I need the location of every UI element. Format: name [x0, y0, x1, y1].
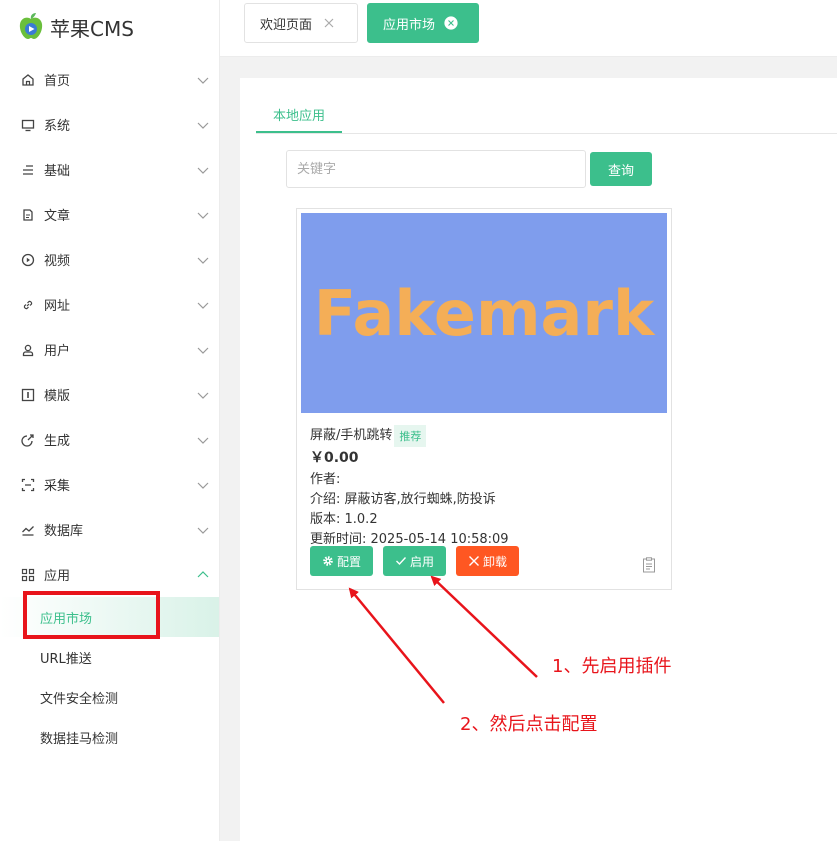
close-icon: [468, 555, 480, 567]
sidebar-subitem-label: 应用市场: [40, 611, 93, 627]
sidebar-item-basic[interactable]: 基础: [0, 147, 219, 192]
sidebar-subitem-label: 数据挂马检测: [40, 731, 119, 747]
config-button[interactable]: 配置: [310, 546, 373, 576]
collect-icon: [20, 477, 36, 493]
plugin-version: 版本: 1.0.2: [310, 512, 378, 527]
plugin-name: 屏蔽/手机跳转: [310, 428, 393, 443]
article-icon: [20, 207, 36, 223]
plugin-author: 作者:: [310, 472, 341, 487]
tab-bar: 欢迎页面 应用市场: [220, 0, 837, 57]
sidebar-subitem-label: URL推送: [40, 651, 92, 667]
chevron-down-icon: [197, 77, 209, 84]
sidebar-subitem-data-trojan[interactable]: 数据挂马检测: [0, 717, 219, 757]
sidebar-item-generate[interactable]: 生成: [0, 417, 219, 462]
search-button[interactable]: 查询: [590, 152, 652, 186]
logo[interactable]: 苹果CMS: [16, 10, 134, 44]
plugin-intro: 介绍: 屏蔽访客,放行蜘蛛,防投诉: [310, 492, 496, 507]
uninstall-button[interactable]: 卸载: [456, 546, 519, 576]
sidebar-item-label: 文章: [44, 209, 71, 224]
tab-app-market[interactable]: 应用市场: [367, 3, 479, 43]
sidebar-item-label: 应用: [44, 569, 71, 584]
close-icon[interactable]: [322, 16, 336, 30]
chart-line-icon: [20, 522, 36, 538]
plugin-title-row: 屏蔽/手机跳转 推荐: [310, 424, 427, 447]
enable-button[interactable]: 启用: [383, 546, 446, 576]
sidebar-item-url[interactable]: 网址: [0, 282, 219, 327]
sidebar-item-label: 视频: [44, 254, 71, 269]
thumbnail-text: Fakemark: [313, 276, 655, 350]
sidebar-item-label: 数据库: [44, 524, 84, 539]
recommend-badge: 推荐: [394, 424, 427, 447]
sidebar-item-system[interactable]: 系统: [0, 102, 219, 147]
apps-grid-icon: [20, 567, 36, 583]
chevron-down-icon: [197, 257, 209, 264]
sidebar-item-label: 采集: [44, 479, 71, 494]
user-icon: [20, 342, 36, 358]
apple-logo-icon: [19, 13, 43, 39]
sidebar-item-database[interactable]: 数据库: [0, 507, 219, 552]
sidebar-subitem-app-market[interactable]: 应用市场: [0, 597, 219, 637]
sidebar-subitem-url-push[interactable]: URL推送: [0, 637, 219, 677]
chevron-down-icon: [197, 392, 209, 399]
sidebar-subitem-file-security[interactable]: 文件安全检测: [0, 677, 219, 717]
sidebar-item-label: 网址: [44, 299, 71, 314]
sidebar-item-label: 用户: [44, 344, 71, 359]
sidebar-item-apps[interactable]: 应用: [0, 552, 219, 597]
sidebar-item-user[interactable]: 用户: [0, 327, 219, 372]
chevron-down-icon: [197, 302, 209, 309]
sidebar-item-collect[interactable]: 采集: [0, 462, 219, 507]
chevron-up-icon: [197, 570, 209, 577]
chevron-down-icon: [197, 122, 209, 129]
chevron-down-icon: [197, 167, 209, 174]
tab-label: 应用市场: [383, 17, 436, 33]
monitor-icon: [20, 117, 36, 133]
sidebar-item-template[interactable]: 模版: [0, 372, 219, 417]
template-icon: [20, 387, 36, 403]
tab-divider: [256, 133, 837, 134]
config-button-label: 配置: [336, 554, 361, 569]
list-icon: [20, 162, 36, 178]
logo-text: 苹果CMS: [50, 16, 134, 41]
tab-label: 欢迎页面: [260, 17, 313, 33]
tab-local-apps[interactable]: 本地应用: [256, 98, 342, 134]
home-icon: [20, 72, 36, 88]
sidebar-item-article[interactable]: 文章: [0, 192, 219, 237]
document-icon[interactable]: [642, 557, 656, 573]
chevron-down-icon: [197, 212, 209, 219]
chevron-down-icon: [197, 347, 209, 354]
check-icon: [395, 555, 407, 567]
annotation-step1: 1、先启用插件: [552, 656, 672, 677]
sidebar-item-label: 系统: [44, 119, 71, 134]
gear-icon: [322, 555, 334, 567]
sidebar-item-label: 生成: [44, 434, 71, 449]
plugin-thumbnail: Fakemark: [301, 213, 667, 413]
sidebar-item-home[interactable]: 首页: [0, 57, 219, 102]
chevron-down-icon: [197, 527, 209, 534]
sidebar-item-label: 基础: [44, 164, 71, 179]
chevron-down-icon: [197, 482, 209, 489]
search-input[interactable]: [286, 150, 586, 188]
sidebar-subitem-label: 文件安全检测: [40, 691, 119, 707]
chevron-down-icon: [197, 437, 209, 444]
play-icon: [20, 252, 36, 268]
sidebar-item-label: 模版: [44, 389, 71, 404]
annotation-step2: 2、然后点击配置: [460, 714, 598, 735]
sidebar-item-label: 首页: [44, 74, 71, 89]
link-icon: [20, 297, 36, 313]
close-circle-icon[interactable]: [444, 16, 458, 30]
tab-welcome[interactable]: 欢迎页面: [244, 3, 358, 43]
generate-icon: [20, 432, 36, 448]
plugin-updated: 更新时间: 2025-05-14 10:58:09: [310, 532, 509, 547]
uninstall-button-label: 卸载: [482, 554, 507, 569]
sidebar: 苹果CMS 首页 系统 基础 文章 视频 网址 用户 模版 生成 采集 数据库 …: [0, 0, 220, 841]
plugin-price: ￥0.00: [310, 450, 359, 466]
enable-button-label: 启用: [409, 554, 434, 569]
sidebar-item-video[interactable]: 视频: [0, 237, 219, 282]
